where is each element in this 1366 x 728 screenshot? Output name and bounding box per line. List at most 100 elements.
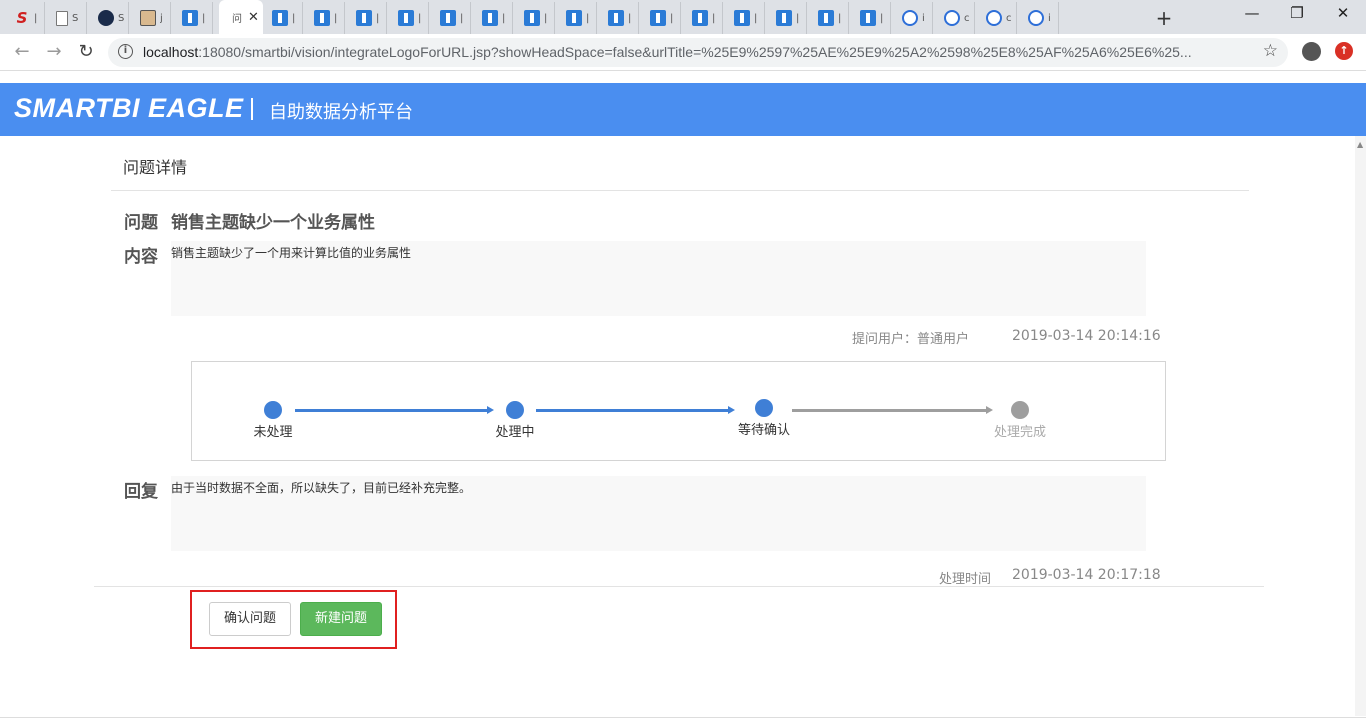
title-divider [111, 190, 1249, 191]
blue-app-icon [608, 10, 624, 26]
browser-tab-20[interactable]: | [851, 2, 891, 34]
step-label-3: 等待确认 [737, 423, 791, 438]
close-tab-icon[interactable]: ✕ [248, 10, 259, 25]
reload-button[interactable]: ↻ [75, 41, 97, 62]
browser-tab-12[interactable]: | [515, 2, 555, 34]
step-dot-2 [506, 401, 524, 419]
blue-app-icon [734, 10, 750, 26]
forward-button[interactable]: → [43, 41, 65, 62]
actions-divider [94, 586, 1264, 587]
browser-tab-8[interactable]: | [347, 2, 387, 34]
new-tab-button[interactable]: + [1152, 6, 1176, 30]
active-tab-title: 问 [232, 13, 242, 25]
logo-divider [251, 98, 253, 120]
address-bar[interactable]: i localhost:18080/smartbi/vision/integra… [108, 38, 1288, 67]
browser-tab-5[interactable]: | [173, 2, 213, 34]
back-button[interactable]: ← [11, 41, 33, 62]
reply-label: 回复 [124, 482, 158, 502]
window-bottom-edge [0, 717, 1366, 718]
page-title: 问题详情 [123, 158, 188, 177]
browser-tab-title: c [964, 12, 970, 24]
browser-tab-title: | [796, 12, 800, 24]
app-header: SMARTBI EAGLE 自助数据分析平台 [0, 83, 1366, 136]
url-host: localhost [143, 44, 199, 60]
minimize-button[interactable]: — [1240, 4, 1264, 22]
paw-icon [986, 10, 1002, 26]
browser-tab-title: | [202, 12, 206, 24]
browser-tab-title: | [34, 12, 38, 24]
browser-tab-14[interactable]: | [599, 2, 639, 34]
step-label-1: 未处理 [253, 425, 293, 440]
browser-tab-title: j [160, 12, 163, 24]
browser-tab-title: S [72, 12, 79, 24]
browser-tab-19[interactable]: | [809, 2, 849, 34]
handle-time: 2019-03-14 20:17:18 [1012, 567, 1161, 583]
confirm-question-button[interactable]: 确认问题 [209, 602, 291, 636]
browser-toolbar: ← → ↻ i localhost:18080/smartbi/vision/i… [0, 34, 1366, 71]
browser-tab-title: | [628, 12, 632, 24]
profile-avatar-icon[interactable] [1302, 42, 1321, 61]
browser-tab-21[interactable]: i [893, 2, 933, 34]
question-label: 问题 [124, 213, 158, 233]
blue-app-icon [776, 10, 792, 26]
page-scrollbar[interactable]: ▲ [1355, 136, 1366, 716]
new-question-button[interactable]: 新建问题 [300, 602, 382, 636]
browser-tab-title: | [502, 12, 506, 24]
site-info-icon[interactable]: i [118, 44, 133, 59]
restore-button[interactable]: ❐ [1285, 4, 1309, 22]
browser-tab-24[interactable]: i [1019, 2, 1059, 34]
browser-tab-title: | [754, 12, 758, 24]
browser-tab-6[interactable]: | [263, 2, 303, 34]
browser-tab-11[interactable]: | [473, 2, 513, 34]
platform-subtitle: 自助数据分析平台 [269, 102, 413, 123]
browser-tab-7[interactable]: | [305, 2, 345, 34]
browser-tab-23[interactable]: c [977, 2, 1017, 34]
smartbi-red-icon: S [16, 9, 28, 27]
blue-app-icon [314, 10, 330, 26]
paw-icon [1028, 10, 1044, 26]
browser-tab-9[interactable]: | [389, 2, 429, 34]
browser-tab-2[interactable]: S [47, 2, 87, 34]
browser-tab-title: | [670, 12, 674, 24]
browser-tab-title: c [1006, 12, 1012, 24]
step-dot-4 [1011, 401, 1029, 419]
scroll-up-icon[interactable]: ▲ [1357, 140, 1363, 149]
reply-text: 由于当时数据不全面，所以缺失了，目前已经补充完整。 [171, 476, 1146, 551]
browser-tab-title: | [376, 12, 380, 24]
browser-tab-4[interactable]: j [131, 2, 171, 34]
browser-tab-17[interactable]: | [725, 2, 765, 34]
browser-tab-15[interactable]: | [641, 2, 681, 34]
active-tab[interactable]: 问 ✕ [219, 0, 263, 34]
browser-tab-18[interactable]: | [767, 2, 807, 34]
browser-tab-22[interactable]: c [935, 2, 975, 34]
step-label-2: 处理中 [495, 425, 535, 440]
step-line-3 [792, 406, 993, 414]
content-text: 销售主题缺少了一个用来计算比值的业务属性 [171, 241, 1146, 316]
handle-time-label: 处理时间 [939, 572, 992, 587]
browser-tab-title: | [292, 12, 296, 24]
asker-info: 提问用户：普通用户 [852, 332, 970, 347]
blue-app-icon [482, 10, 498, 26]
browser-tab-16[interactable]: | [683, 2, 723, 34]
bookmark-star-icon[interactable]: ☆ [1263, 41, 1278, 61]
url-text[interactable]: localhost:18080/smartbi/vision/integrate… [143, 44, 1243, 60]
step-dot-3 [755, 399, 773, 417]
browser-tab-title: i [922, 12, 925, 24]
browser-tab-title: | [544, 12, 548, 24]
browser-tab-10[interactable]: | [431, 2, 471, 34]
close-window-button[interactable]: ✕ [1331, 4, 1355, 22]
document-icon [56, 10, 68, 26]
blue-app-icon [398, 10, 414, 26]
browser-tab-title: S [118, 12, 125, 24]
browser-tab-1[interactable]: S | [5, 2, 45, 34]
browser-tab-3[interactable]: S [89, 2, 129, 34]
browser-tab-13[interactable]: | [557, 2, 597, 34]
step-line-1 [295, 406, 494, 414]
step-dot-1 [264, 401, 282, 419]
blue-app-icon [650, 10, 666, 26]
update-badge-icon[interactable]: ↑ [1335, 42, 1353, 60]
paw-icon [902, 10, 918, 26]
browser-tab-title: | [838, 12, 842, 24]
browser-tab-title: | [880, 12, 884, 24]
blue-app-icon [182, 10, 198, 26]
